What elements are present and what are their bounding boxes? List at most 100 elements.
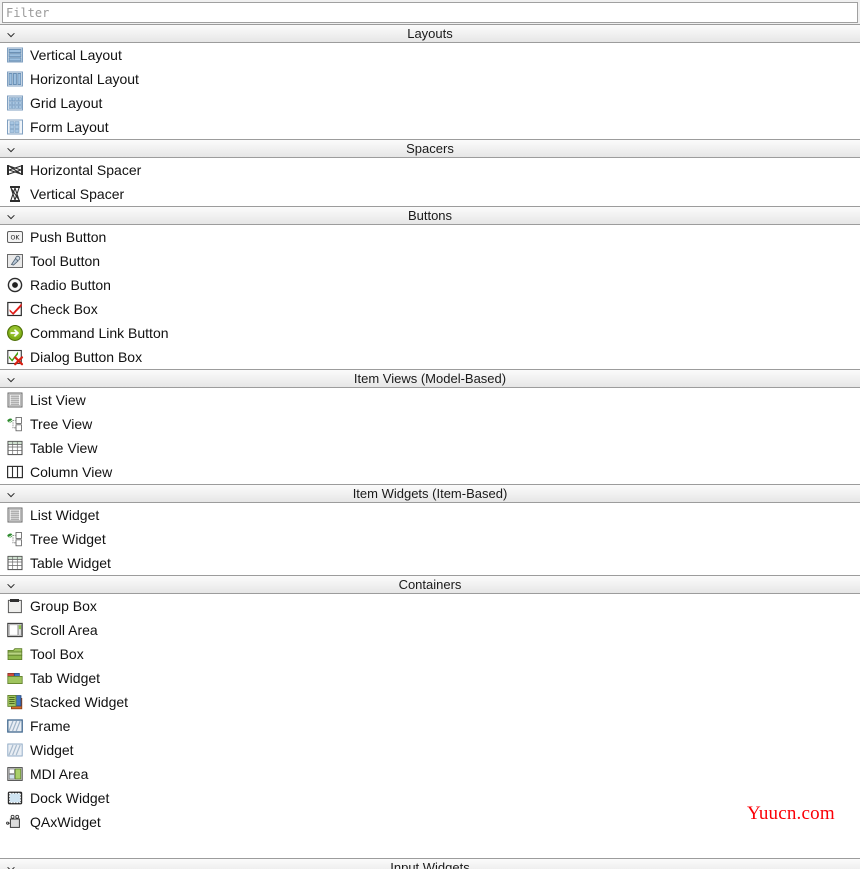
widget-item-command-link-button[interactable]: Command Link Button	[0, 321, 860, 345]
category-title: Spacers	[406, 141, 454, 156]
widget-item-list-widget[interactable]: List Widget	[0, 503, 860, 527]
list-view-icon	[4, 390, 26, 410]
widget-item-list-view[interactable]: List View	[0, 388, 860, 412]
widget-item-widget[interactable]: Widget	[0, 738, 860, 762]
grid-layout-icon	[4, 93, 26, 113]
category-items: Vertical Layout Horizontal Layout Grid Lay…	[0, 43, 860, 139]
widget-item-tool-button[interactable]: Tool Button	[0, 249, 860, 273]
widget-item-scroll-area[interactable]: Scroll Area	[0, 618, 860, 642]
mdi-area-icon	[4, 764, 26, 784]
chevron-down-icon	[5, 488, 17, 500]
category-header-layouts[interactable]: Layouts	[0, 24, 860, 43]
category-items: Horizontal Spacer Vertical Spacer	[0, 158, 860, 206]
chevron-down-icon	[5, 143, 17, 155]
widget-item-tab-widget[interactable]: Tab Widget	[0, 666, 860, 690]
widget-item-label: Tab Widget	[30, 670, 101, 686]
widget-item-label: MDI Area	[30, 766, 89, 782]
dock-widget-icon	[4, 788, 26, 808]
widget-item-frame[interactable]: Frame	[0, 714, 860, 738]
widget-item-label: Frame	[30, 718, 71, 734]
widget-item-label: Form Layout	[30, 119, 109, 135]
widget-item-stacked-widget[interactable]: Stacked Widget	[0, 690, 860, 714]
widget-item-label: Table Widget	[30, 555, 111, 571]
stacked-widget-icon	[4, 692, 26, 712]
widget-item-vertical-spacer[interactable]: Vertical Spacer	[0, 182, 860, 206]
tab-widget-icon	[4, 668, 26, 688]
chevron-down-icon	[5, 373, 17, 385]
widget-item-label: List View	[30, 392, 86, 408]
widget-item-tree-widget[interactable]: Tree Widget	[0, 527, 860, 551]
group-box-icon	[4, 596, 26, 616]
vertical-layout-icon	[4, 45, 26, 65]
chevron-down-icon	[5, 210, 17, 222]
form-layout-icon	[4, 117, 26, 137]
category-header-spacers[interactable]: Spacers	[0, 139, 860, 158]
chevron-down-icon	[5, 579, 17, 591]
widget-item-mdi-area[interactable]: MDI Area	[0, 762, 860, 786]
widget-item-dialog-button-box[interactable]: Dialog Button Box	[0, 345, 860, 369]
widget-item-column-view[interactable]: Column View	[0, 460, 860, 484]
vertical-spacer-icon	[4, 184, 26, 204]
widget-item-label: Dock Widget	[30, 790, 110, 806]
widget-item-group-box[interactable]: Group Box	[0, 594, 860, 618]
widget-item-label: Widget	[30, 742, 74, 758]
widget-item-push-button[interactable]: OK Push Button	[0, 225, 860, 249]
widget-item-label: Column View	[30, 464, 113, 480]
widget-item-label: Tool Button	[30, 253, 101, 269]
widget-icon	[4, 740, 26, 760]
widget-item-label: Check Box	[30, 301, 98, 317]
tool-box-icon	[4, 644, 26, 664]
widget-item-label: Horizontal Spacer	[30, 162, 142, 178]
chevron-down-icon	[5, 28, 17, 40]
category-title: Containers	[398, 577, 462, 592]
widget-item-radio-button[interactable]: Radio Button	[0, 273, 860, 297]
category-header-input-widgets[interactable]: Input Widgets	[0, 858, 860, 869]
widget-item-check-box[interactable]: Check Box	[0, 297, 860, 321]
category-title: Item Widgets (Item-Based)	[352, 486, 508, 501]
widget-item-label: Tree View	[30, 416, 93, 432]
frame-icon	[4, 716, 26, 736]
widget-item-vertical-layout[interactable]: Vertical Layout	[0, 43, 860, 67]
svg-text:OK: OK	[11, 235, 21, 242]
qax-widget-icon	[4, 812, 26, 832]
category-title: Layouts	[407, 26, 453, 41]
widget-category-list: Layouts Vertical Layout Horizontal Layout G…	[0, 24, 860, 834]
table-view-icon	[4, 438, 26, 458]
horizontal-layout-icon	[4, 69, 26, 89]
widget-item-form-layout[interactable]: Form Layout	[0, 115, 860, 139]
widget-item-horizontal-layout[interactable]: Horizontal Layout	[0, 67, 860, 91]
category-items: Group Box Scroll Area Tool Box Tab Widget St…	[0, 594, 860, 834]
widget-item-tree-view[interactable]: Tree View	[0, 412, 860, 436]
category-title: Buttons	[407, 208, 453, 223]
category-header-item-widgets-item-based[interactable]: Item Widgets (Item-Based)	[0, 484, 860, 503]
widget-item-label: QAxWidget	[30, 814, 101, 830]
category-items: OK Push Button Tool Button Radio Button Chec…	[0, 225, 860, 369]
category-header-buttons[interactable]: Buttons	[0, 206, 860, 225]
widget-item-label: Dialog Button Box	[30, 349, 143, 365]
category-title: Input Widgets	[390, 860, 470, 869]
widget-item-table-widget[interactable]: Table Widget	[0, 551, 860, 575]
widget-item-label: Group Box	[30, 598, 97, 614]
widget-item-label: Vertical Spacer	[30, 186, 125, 202]
widget-item-tool-box[interactable]: Tool Box	[0, 642, 860, 666]
widget-item-label: Push Button	[30, 229, 107, 245]
category-header-containers[interactable]: Containers	[0, 575, 860, 594]
widget-item-label: Radio Button	[30, 277, 111, 293]
dialog-button-box-icon	[4, 347, 26, 367]
widget-item-dock-widget[interactable]: Dock Widget	[0, 786, 860, 810]
widget-item-label: Command Link Button	[30, 325, 169, 341]
widget-item-qaxwidget[interactable]: QAxWidget	[0, 810, 860, 834]
widget-item-label: Horizontal Layout	[30, 71, 139, 87]
clipped-category-header-container: Input Widgets	[0, 858, 860, 869]
widget-box-panel: Layouts Vertical Layout Horizontal Layout G…	[0, 0, 860, 869]
widget-item-label: List Widget	[30, 507, 100, 523]
category-header-item-views-model-based[interactable]: Item Views (Model-Based)	[0, 369, 860, 388]
widget-item-label: Grid Layout	[30, 95, 103, 111]
widget-item-table-view[interactable]: Table View	[0, 436, 860, 460]
widget-item-label: Tree Widget	[30, 531, 106, 547]
widget-item-grid-layout[interactable]: Grid Layout	[0, 91, 860, 115]
filter-input[interactable]	[2, 2, 858, 23]
tree-widget-icon	[4, 529, 26, 549]
category-items: List Widget Tree Widget Table Widget	[0, 503, 860, 575]
widget-item-horizontal-spacer[interactable]: Horizontal Spacer	[0, 158, 860, 182]
